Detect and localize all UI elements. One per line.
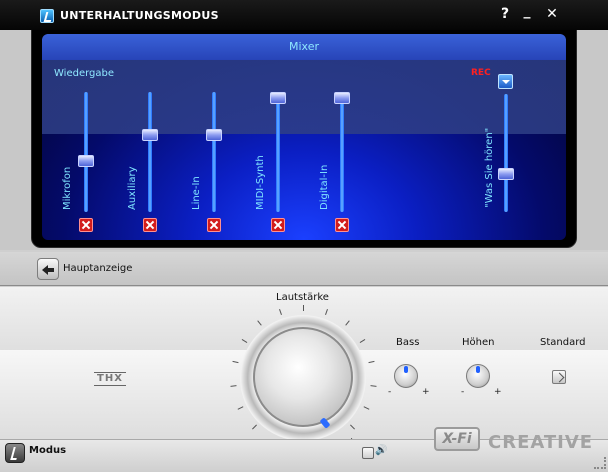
bass-label: Bass	[396, 337, 420, 348]
bass-min-label: -	[388, 387, 392, 397]
back-label[interactable]: Hauptanzeige	[63, 263, 132, 274]
standard-reset-button[interactable]	[552, 370, 566, 384]
auxiliary-mute-button[interactable]	[143, 218, 157, 232]
mikrofon-slider-thumb[interactable]	[78, 154, 94, 167]
record-slider-track[interactable]	[504, 94, 508, 212]
volume-scale-tick	[325, 308, 329, 315]
volume-knob[interactable]	[253, 327, 353, 427]
midi-synth-slider-thumb[interactable]	[270, 92, 286, 104]
creative-logo: CREATIVE	[488, 432, 594, 453]
mode-label[interactable]: Modus	[29, 445, 66, 456]
bass-knob-indicator	[404, 366, 408, 373]
app-logo-icon	[40, 9, 54, 23]
volume-scale-tick	[359, 338, 366, 343]
treble-max-label: +	[494, 387, 502, 397]
control-panel: THX Lautstärke - + Bass - + Höhen - + St…	[0, 287, 608, 472]
record-channel-label: "Was Sie hören"	[484, 127, 495, 208]
mikrofon-slider-track[interactable]	[84, 92, 88, 212]
app-window: UNTERHALTUNGSMODUS ? _ ✕ Mixer Wiedergab…	[0, 0, 608, 472]
window-title: UNTERHALTUNGSMODUS	[60, 9, 219, 22]
midi-synth-label: MIDI-Synth	[255, 155, 266, 210]
record-slider-thumb[interactable]	[498, 168, 514, 181]
minimize-button[interactable]: _	[518, 3, 536, 19]
mikrofon-label: Mikrofon	[62, 166, 73, 210]
treble-knob-indicator	[476, 366, 480, 373]
auxiliary-slider-track[interactable]	[148, 92, 152, 212]
auxiliary-slider-thumb[interactable]	[142, 128, 158, 141]
speaker-icon: 🔊	[375, 445, 388, 456]
record-source-dropdown[interactable]	[498, 74, 513, 89]
line-in-mute-button[interactable]	[207, 218, 221, 232]
console-panel: UNTERHALTUNGSMODUS ? _ ✕ Mixer Wiedergab…	[0, 0, 608, 250]
volume-scale-tick	[278, 308, 282, 315]
digital-in-slider-thumb[interactable]	[334, 92, 350, 104]
digital-in-label: Digital-In	[319, 164, 330, 210]
mixer-panel: Mixer Wiedergabe REC Mikrofon Auxiliary	[42, 34, 566, 240]
line-in-slider-track[interactable]	[212, 92, 216, 212]
digital-in-slider-track[interactable]	[340, 92, 344, 212]
navigation-bar: Hauptanzeige	[0, 252, 608, 286]
volume-scale-tick	[241, 338, 248, 343]
midi-synth-slider-track[interactable]	[276, 92, 280, 212]
mixer-title: Mixer	[288, 40, 319, 53]
auxiliary-label: Auxiliary	[127, 166, 138, 210]
mikrofon-mute-button[interactable]	[79, 218, 93, 232]
volume-scale-tick	[257, 320, 263, 326]
help-button[interactable]: ?	[496, 6, 514, 22]
resize-grip-icon[interactable]	[594, 457, 606, 469]
back-arrow-button[interactable]	[37, 258, 59, 280]
xfi-logo: X-Fi	[434, 427, 480, 451]
volume-scale-tick	[344, 320, 350, 326]
volume-scale-tick	[303, 305, 304, 311]
mute-all-button[interactable]	[362, 447, 374, 459]
title-bar: UNTERHALTUNGSMODUS ? _ ✕	[0, 0, 608, 30]
volume-label: Lautstärke	[276, 292, 329, 303]
line-in-label: Line-In	[191, 176, 202, 210]
playback-section-label: Wiedergabe	[54, 68, 115, 79]
bass-max-label: +	[422, 387, 430, 397]
thx-logo: THX	[94, 372, 126, 386]
standard-label: Standard	[540, 337, 586, 348]
midi-synth-mute-button[interactable]	[271, 218, 285, 232]
digital-in-mute-button[interactable]	[335, 218, 349, 232]
close-button[interactable]: ✕	[543, 6, 561, 22]
record-section-label: REC	[471, 68, 491, 78]
treble-min-label: -	[461, 387, 465, 397]
treble-label: Höhen	[462, 337, 495, 348]
mode-icon[interactable]	[5, 443, 25, 463]
line-in-slider-thumb[interactable]	[206, 128, 222, 141]
